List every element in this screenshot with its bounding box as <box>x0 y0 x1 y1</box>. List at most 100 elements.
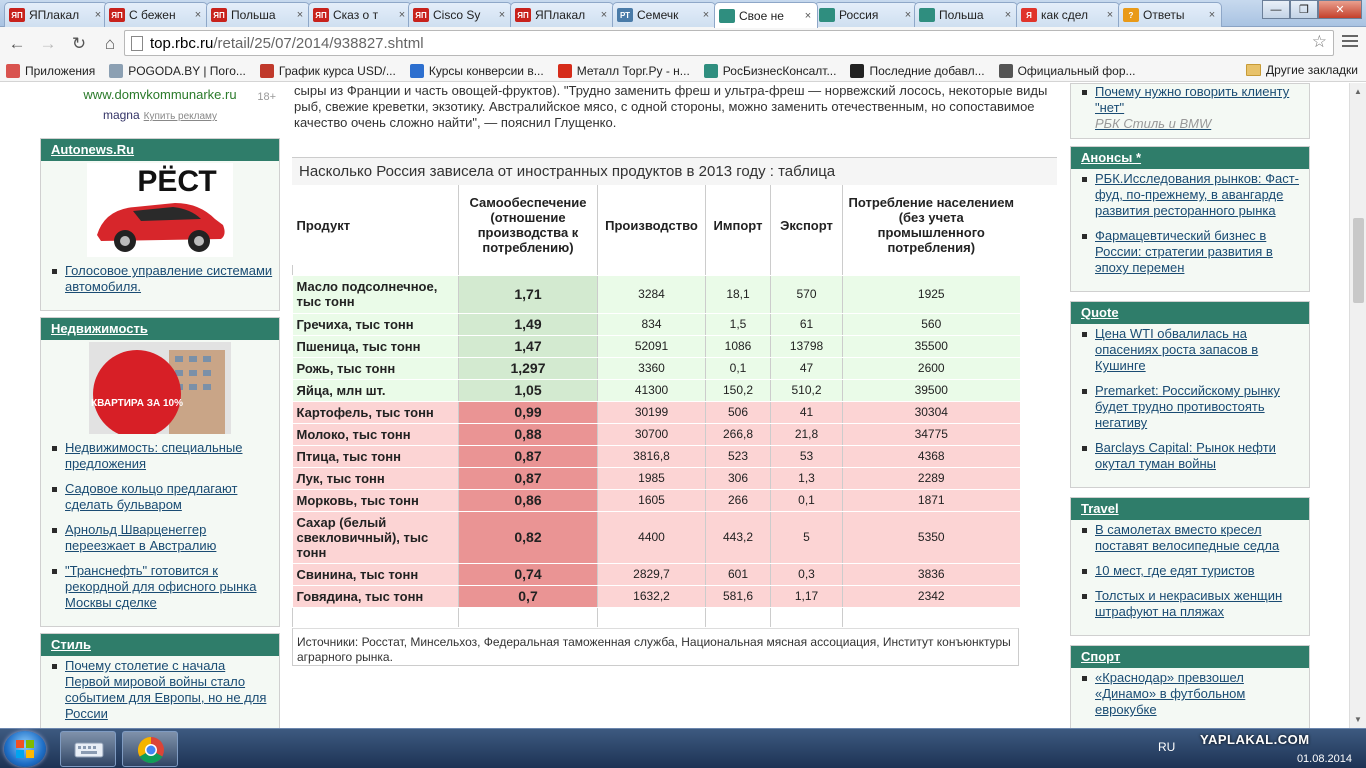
table-cell: 1605 <box>597 489 706 512</box>
table-cell: 3816,8 <box>597 445 706 468</box>
scroll-up-icon[interactable]: ▲ <box>1354 87 1362 96</box>
reload-button[interactable]: ↻ <box>65 34 93 54</box>
minimize-button[interactable]: — <box>1262 0 1290 19</box>
tab-close-icon[interactable]: × <box>93 9 103 21</box>
table-cell: 4400 <box>597 511 706 564</box>
tab-3[interactable]: ЯП Сказ о т × <box>308 2 412 27</box>
tab-bar: ЯП ЯПлакал × ЯП С бежен × ЯП Польша × ЯП Сказ о т ×… <box>0 0 1366 28</box>
car-ad-image[interactable]: РЁСТ <box>87 163 233 257</box>
bookmark-star-icon[interactable]: ☆ <box>1312 32 1327 52</box>
scroll-down-icon[interactable]: ▼ <box>1354 715 1362 724</box>
widget-title[interactable]: Travel <box>1071 498 1309 520</box>
ad-block[interactable]: www.domvkommunarke.ru 18+ magna Купить рек… <box>40 83 280 138</box>
list-item[interactable]: Садовое кольцо предлагают сделать бульва… <box>51 481 273 513</box>
bookmark-item[interactable]: Курсы конверсии в... <box>409 63 544 78</box>
tab-1[interactable]: ЯП С бежен × <box>104 2 208 27</box>
list-item[interactable]: Фармацевтический бизнес в России: страте… <box>1081 228 1303 276</box>
bookmark-item[interactable]: РосБизнесКонсалт... <box>703 63 836 78</box>
tab-close-icon[interactable]: × <box>397 9 407 21</box>
start-button[interactable] <box>4 731 46 767</box>
list-item[interactable]: Арнольд Шварценеггер переезжает в Австра… <box>51 522 273 554</box>
tab-10[interactable]: Якак сдел × <box>1016 2 1120 27</box>
tab-5[interactable]: ЯП ЯПлакал × <box>510 2 614 27</box>
vertical-scrollbar[interactable]: ▲ ▼ <box>1349 83 1366 728</box>
list-item[interactable]: 10 мест, где едят туристов <box>1081 563 1303 579</box>
list-item[interactable]: Толстых и некрасивых женщин штрафуют на … <box>1081 588 1303 620</box>
list-item[interactable]: "Транснефть" готовится к рекордной для о… <box>51 563 273 611</box>
column-header: Продукт <box>292 185 459 265</box>
apartment-ad-image[interactable]: КВАРТИРА ЗА 10% <box>89 342 231 434</box>
list-item[interactable]: Barclays Capital: Рынок нефти окутал тум… <box>1081 440 1303 472</box>
table-cell: 560 <box>842 313 1020 336</box>
list-item[interactable]: Premarket: Российскому рынку будет трудн… <box>1081 383 1303 431</box>
tab-close-icon[interactable]: × <box>803 10 813 22</box>
tab-close-icon[interactable]: × <box>193 9 203 21</box>
table-row: Пшеница, тыс тонн 1,47 52091 1086 13798 35500 <box>292 335 1020 358</box>
table-cell: 3284 <box>597 275 706 314</box>
other-bookmarks[interactable]: Другие закладки <box>1246 63 1358 77</box>
tab-close-icon[interactable]: × <box>497 9 507 21</box>
column-header: Экспорт <box>770 185 843 265</box>
keyboard-icon <box>74 742 104 758</box>
table-cell: 1985 <box>597 467 706 490</box>
close-button[interactable]: ✕ <box>1318 0 1362 19</box>
table-title: Насколько Россия зависела от иностранных… <box>292 157 1057 185</box>
widget-title[interactable]: Quote <box>1071 302 1309 324</box>
tab-close-icon[interactable]: × <box>1105 9 1115 21</box>
tab-close-icon[interactable]: × <box>701 9 711 21</box>
clock-date[interactable]: 01.08.2014 <box>1297 753 1352 765</box>
tab-11[interactable]: ? Ответы × <box>1118 2 1222 27</box>
tab-9[interactable]: Польша × <box>914 2 1018 27</box>
language-indicator[interactable]: RU <box>1158 740 1175 754</box>
tab-6[interactable]: РТ Семечк × <box>612 2 716 27</box>
list-item[interactable]: Голосовое управление системами автомобил… <box>51 263 273 295</box>
bookmark-item[interactable]: Официальный фор... <box>998 63 1136 78</box>
list-item[interactable]: «Краснодар» превзошел «Динамо» в футболь… <box>1081 670 1303 718</box>
url-text[interactable]: top.rbc.ru/retail/25/07/2014/938827.shtm… <box>150 35 424 52</box>
tab-4[interactable]: ЯП Cisco Sy × <box>408 2 512 27</box>
forward-button[interactable]: → <box>34 34 62 54</box>
bookmark-label: POGODA.BY | Пого... <box>128 63 246 78</box>
menu-icon[interactable] <box>1342 35 1358 50</box>
bookmark-favicon-icon <box>6 63 20 78</box>
list-item[interactable]: Почему столетие с начала Первой мировой … <box>51 658 273 722</box>
window-controls: — ❐ ✕ <box>1262 0 1362 19</box>
widget-title[interactable]: Анонсы * <box>1071 147 1309 169</box>
tab-close-icon[interactable]: × <box>1207 9 1217 21</box>
tab-close-icon[interactable]: × <box>903 9 913 21</box>
list-item[interactable]: Почему нужно говорить клиенту "нет" РБК С… <box>1081 84 1303 132</box>
widget-title[interactable]: Autonews.Ru <box>41 139 279 161</box>
tab-8[interactable]: Россия × <box>814 2 918 27</box>
tab-2[interactable]: ЯП Польша × <box>206 2 310 27</box>
tab-7[interactable]: Свое не × <box>714 2 818 28</box>
widget-title[interactable]: Стиль <box>41 634 279 656</box>
tab-0[interactable]: ЯП ЯПлакал × <box>4 2 108 27</box>
table-cell: 39500 <box>842 379 1020 402</box>
table-cell: 41 <box>770 401 843 424</box>
tab-close-icon[interactable]: × <box>1003 9 1013 21</box>
maximize-button[interactable]: ❐ <box>1290 0 1318 19</box>
back-button[interactable]: ← <box>3 34 31 54</box>
scroll-thumb[interactable] <box>1353 218 1364 303</box>
address-bar[interactable]: top.rbc.ru/retail/25/07/2014/938827.shtm… <box>124 30 1334 56</box>
tab-close-icon[interactable]: × <box>599 9 609 21</box>
bookmark-favicon-icon <box>557 63 572 78</box>
bookmark-item[interactable]: Последние добавл... <box>850 63 985 78</box>
ad-url[interactable]: www.domvkommunarke.ru 18+ <box>40 83 280 103</box>
bookmark-item[interactable]: Металл Торг.Ру - н... <box>557 63 690 78</box>
list-item[interactable]: В самолетах вместо кресел поставят велос… <box>1081 522 1303 554</box>
home-button[interactable]: ⌂ <box>96 34 124 54</box>
list-item[interactable]: Цена WTI обвалилась на опасениях роста з… <box>1081 326 1303 374</box>
buy-ad-link[interactable]: Купить рекламу <box>144 111 217 122</box>
widget-title[interactable]: Недвижимость <box>41 318 279 340</box>
bookmark-item[interactable]: График курса USD/... <box>259 63 396 78</box>
list-item[interactable]: РБК.Исследования рынков: Фаст-фуд, по-пр… <box>1081 171 1303 219</box>
taskbar-app-chrome[interactable] <box>122 731 178 767</box>
taskbar-app-keyboard[interactable] <box>60 731 116 767</box>
table-row: Рожь, тыс тонн 1,297 3360 0,1 47 2600 <box>292 357 1020 380</box>
tab-close-icon[interactable]: × <box>295 9 305 21</box>
bookmark-item[interactable]: Приложения <box>6 63 95 78</box>
bookmark-item[interactable]: POGODA.BY | Пого... <box>109 63 246 78</box>
list-item[interactable]: Недвижимость: специальные предложения <box>51 440 273 472</box>
widget-title[interactable]: Спорт <box>1071 646 1309 668</box>
